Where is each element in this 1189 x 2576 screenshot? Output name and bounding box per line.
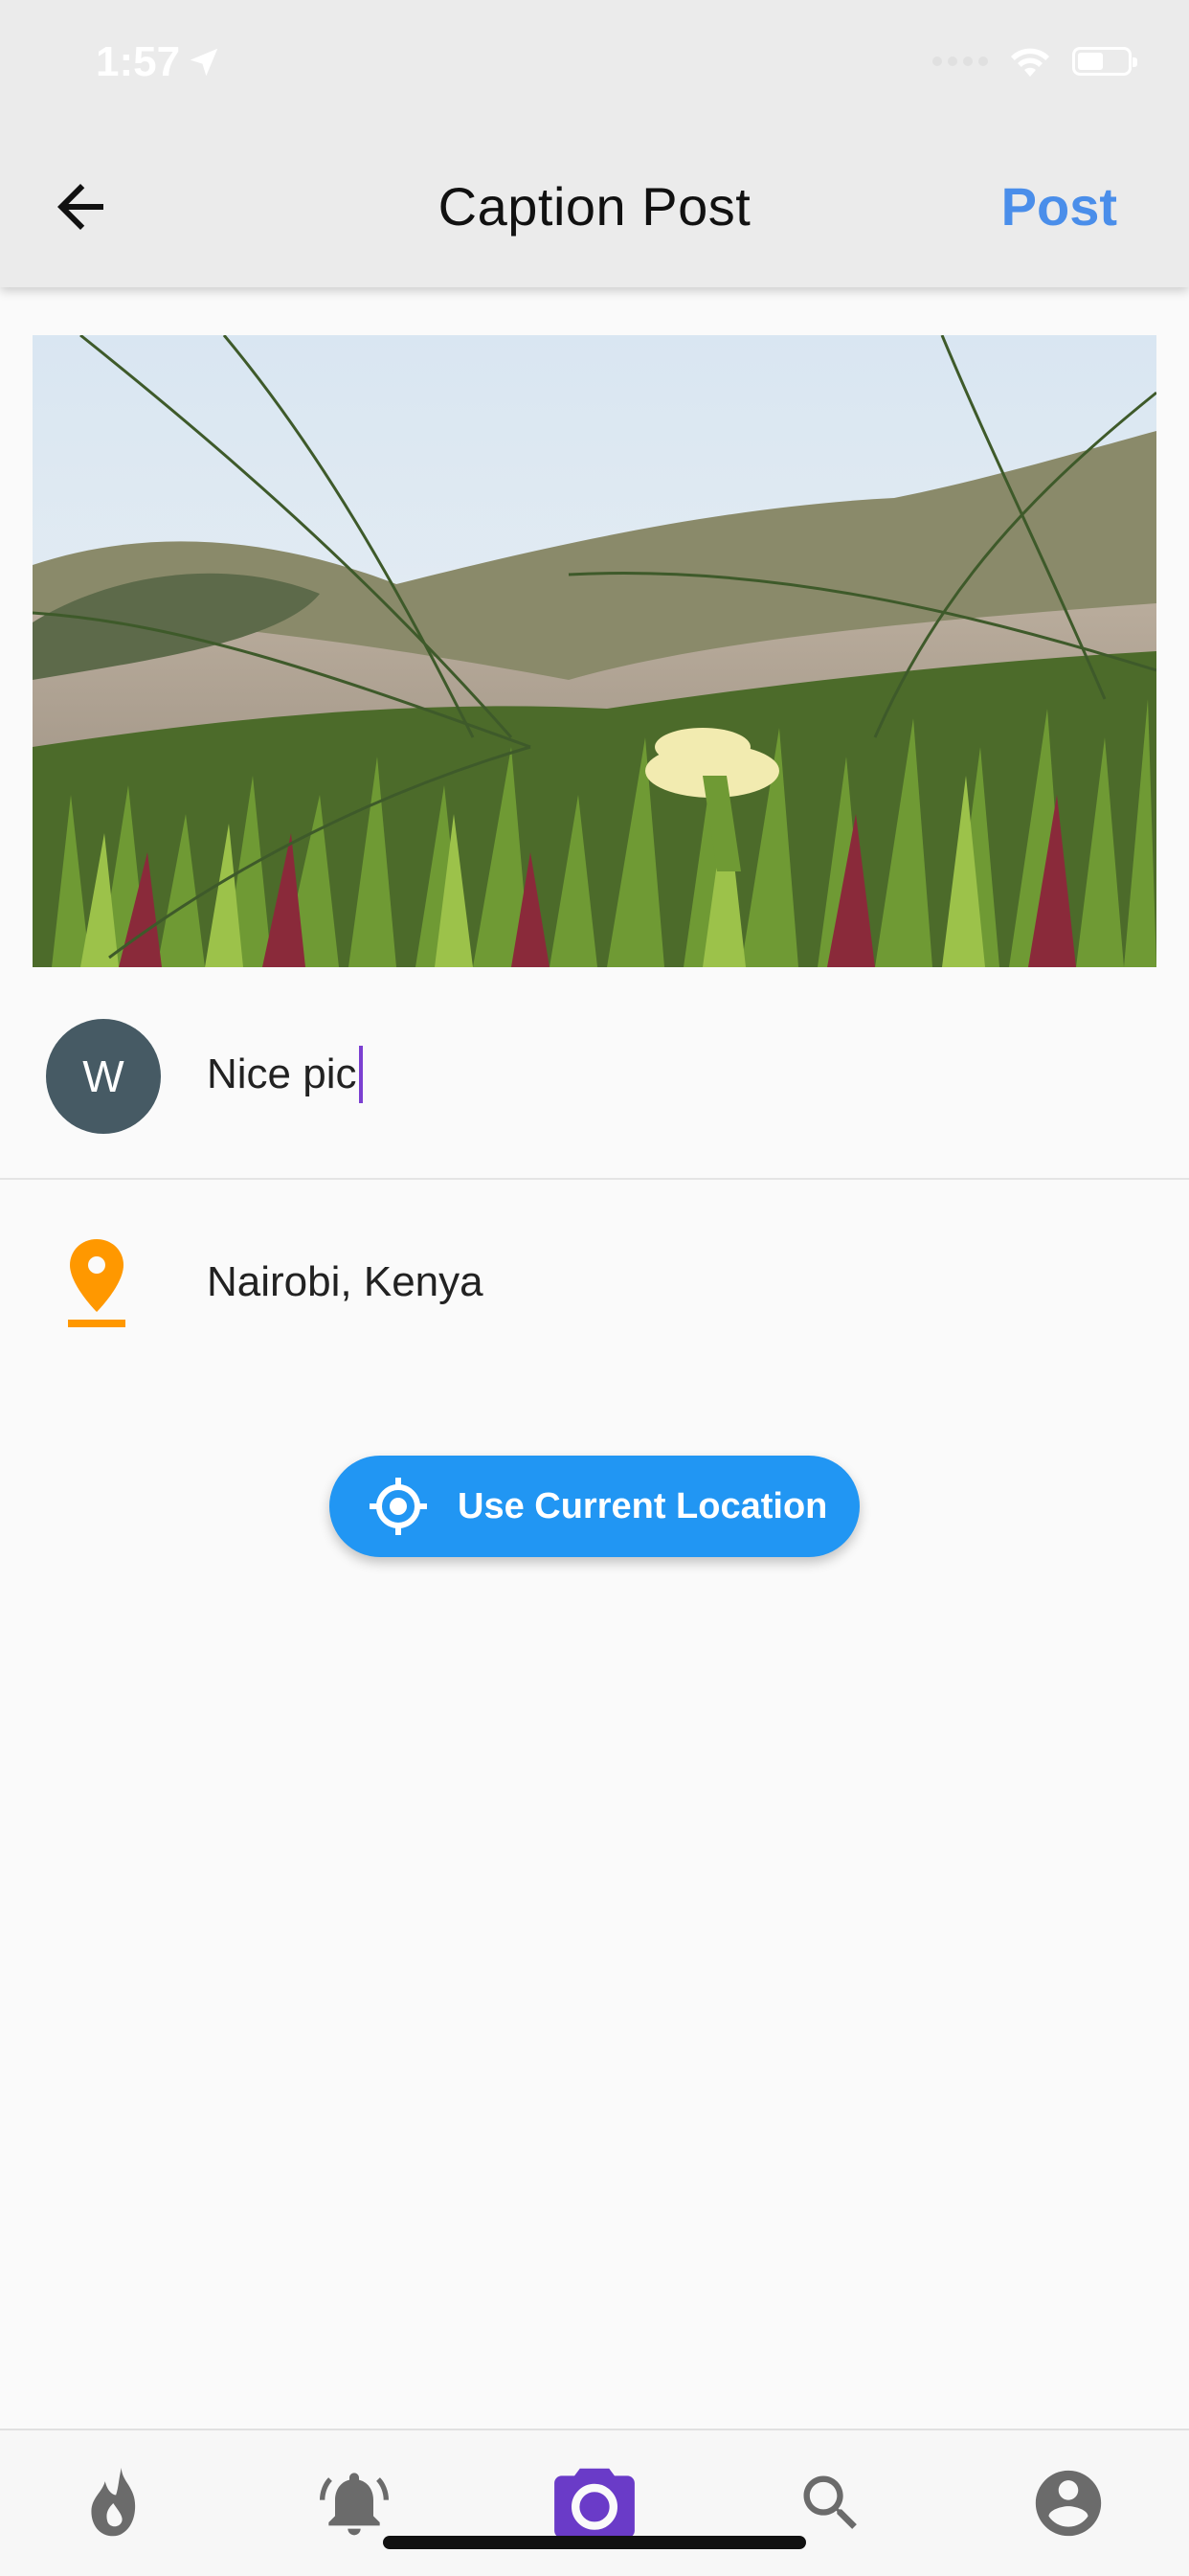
location-arrow-icon [190, 48, 218, 77]
crosshair-icon [370, 1478, 427, 1535]
bell-icon [320, 2473, 389, 2536]
status-indicators [932, 44, 1137, 79]
bottom-navigation [0, 2429, 1189, 2576]
caption-row: W Nice pic [0, 986, 1189, 1180]
cellular-signal-icon [932, 56, 988, 66]
nav-item-profile[interactable] [1021, 2455, 1116, 2551]
post-button[interactable]: Post [1001, 175, 1117, 237]
account-icon [1035, 2470, 1102, 2537]
home-indicator [383, 2536, 806, 2549]
camera-icon [554, 2468, 635, 2539]
wifi-icon [1011, 48, 1049, 77]
search-icon [803, 2475, 857, 2529]
battery-icon [1072, 47, 1137, 76]
app-bar: 1:57 Caption Post Post [0, 0, 1189, 287]
caption-input[interactable]: Nice pic [207, 1046, 363, 1103]
avatar: W [46, 1019, 161, 1134]
status-time: 1:57 [96, 38, 222, 86]
flame-icon [91, 2467, 136, 2537]
status-time-text: 1:57 [96, 38, 181, 85]
location-row[interactable]: Nairobi, Kenya [0, 1235, 1189, 1341]
use-current-location-button[interactable]: Use Current Location [329, 1456, 860, 1557]
use-current-location-label: Use Current Location [458, 1485, 828, 1526]
avatar-initial: W [82, 1051, 124, 1101]
nav-item-trending[interactable] [71, 2455, 167, 2551]
text-cursor [358, 1046, 363, 1103]
location-pin-icon [68, 1239, 125, 1327]
caption-text: Nice pic [207, 1051, 357, 1097]
post-image [33, 335, 1156, 967]
location-text: Nairobi, Kenya [207, 1258, 483, 1305]
